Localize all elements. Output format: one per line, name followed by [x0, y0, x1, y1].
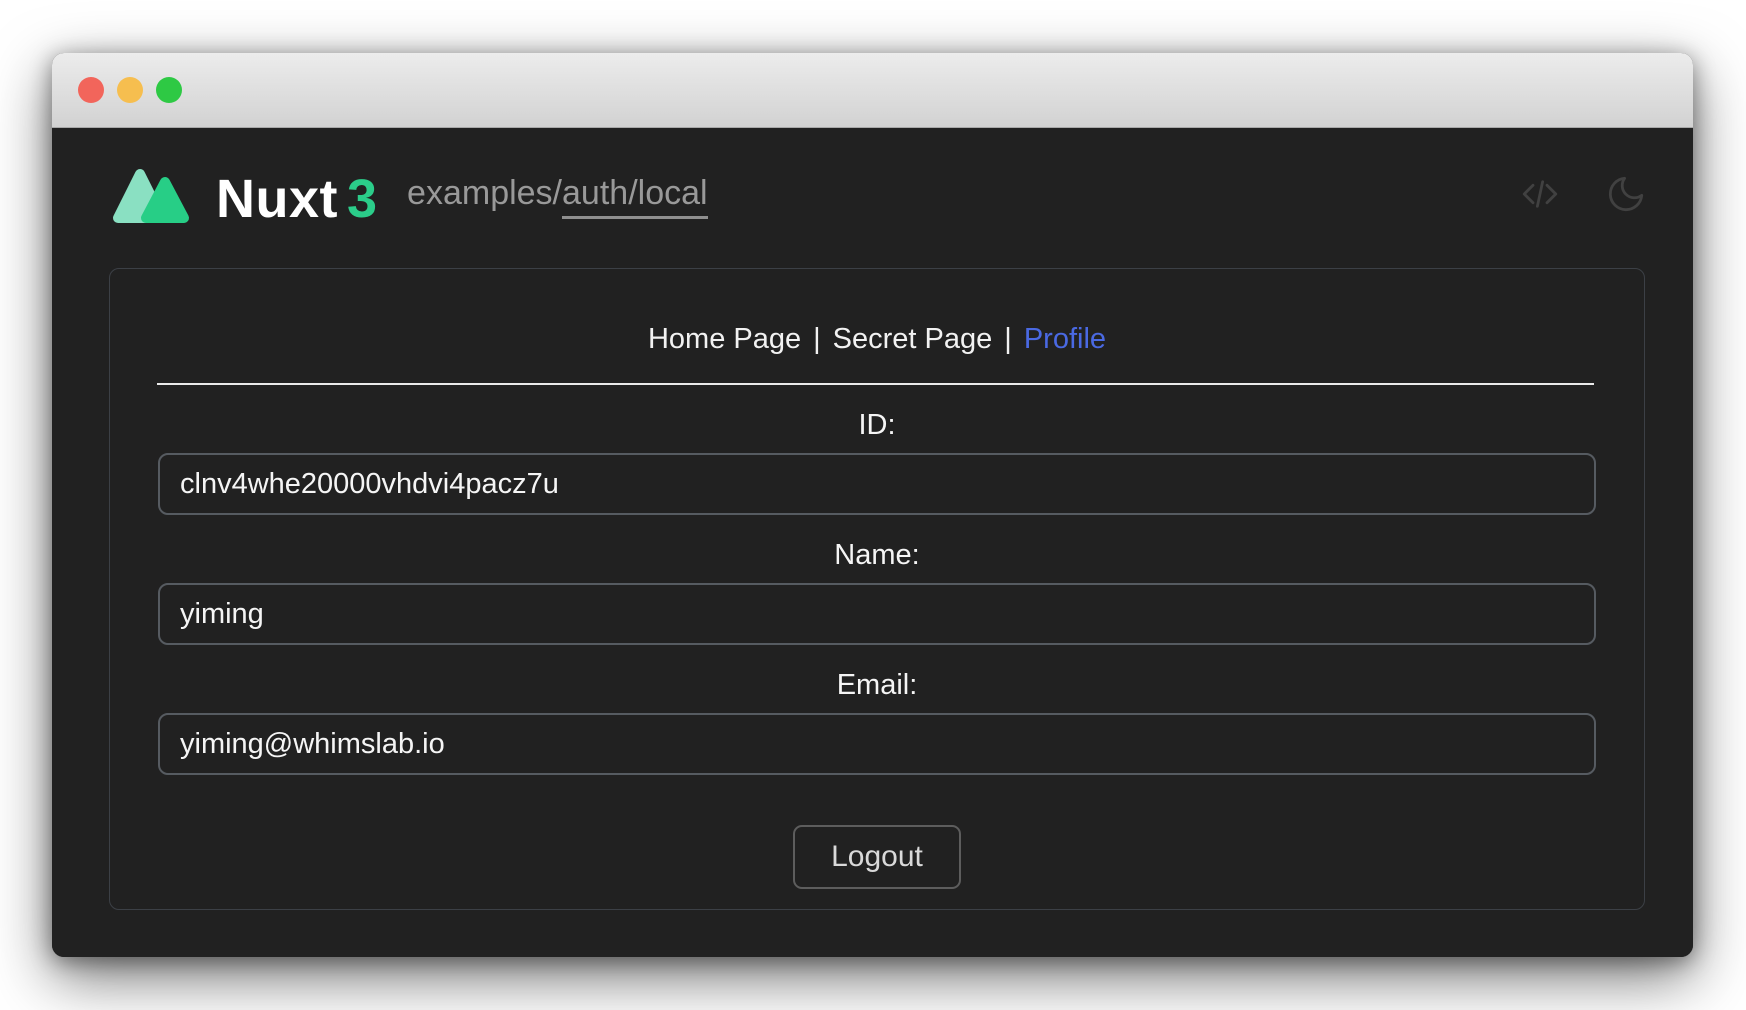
breadcrumb-prefix: examples/	[407, 174, 562, 212]
id-label: ID:	[110, 407, 1644, 443]
nav-divider	[157, 383, 1594, 385]
nav-link-home[interactable]: Home Page	[648, 323, 801, 355]
browser-window: Nuxt 3 examples/auth/local	[52, 53, 1693, 957]
name-label: Name:	[110, 537, 1644, 573]
app-header: Nuxt 3 examples/auth/local	[110, 162, 1647, 226]
window-titlebar	[52, 53, 1693, 128]
page-content: Nuxt 3 examples/auth/local	[52, 162, 1693, 957]
breadcrumb: examples/auth/local	[407, 175, 708, 212]
nuxt-logo-icon	[110, 162, 194, 226]
brand-name: Nuxt	[216, 172, 338, 226]
nuxt-logo-link[interactable]: Nuxt 3	[110, 162, 377, 226]
breadcrumb-current-link[interactable]: auth/local	[562, 174, 708, 219]
code-icon[interactable]	[1519, 173, 1561, 215]
id-input[interactable]	[158, 453, 1596, 515]
name-input[interactable]	[158, 583, 1596, 645]
nav-separator: |	[801, 323, 833, 355]
header-icons	[1519, 173, 1647, 215]
minimize-button[interactable]	[117, 77, 143, 103]
profile-card: Home Page|Secret Page|Profile ID: Name: …	[109, 268, 1645, 910]
nav-link-secret[interactable]: Secret Page	[833, 323, 993, 355]
logout-button[interactable]: Logout	[793, 825, 961, 889]
zoom-button[interactable]	[156, 77, 182, 103]
close-button[interactable]	[78, 77, 104, 103]
email-input[interactable]	[158, 713, 1596, 775]
brand-version: 3	[347, 172, 377, 226]
nav-link-profile[interactable]: Profile	[1024, 323, 1106, 355]
page-nav: Home Page|Secret Page|Profile	[110, 319, 1644, 359]
moon-icon[interactable]	[1605, 173, 1647, 215]
nav-separator: |	[992, 323, 1024, 355]
email-label: Email:	[110, 667, 1644, 703]
